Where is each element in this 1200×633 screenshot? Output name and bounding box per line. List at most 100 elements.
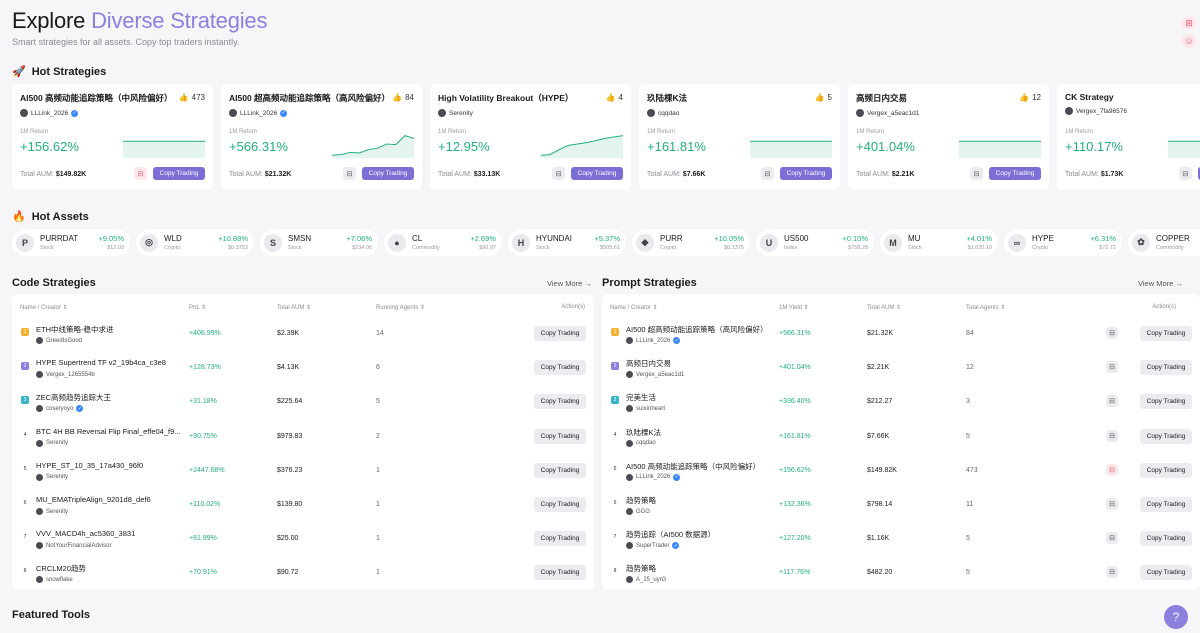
strategy-name[interactable]: 趋势策略 xyxy=(626,495,656,506)
asset-pill[interactable]: S SMSN Stock +7.06% $234.06 xyxy=(260,229,378,256)
table-row[interactable]: 5 HYPE_ST_10_35_17a430_96f0 Serenity +2447.… xyxy=(12,455,594,489)
strategy-name[interactable]: BTC 4H BB Reversal Flip Final_effe04_f9.… xyxy=(36,427,181,436)
bookmark-icon[interactable]: ⊟ xyxy=(1106,429,1118,442)
like-count[interactable]: 👍 473 xyxy=(179,93,205,102)
creator[interactable]: Vergex_1265554b xyxy=(36,371,95,379)
col-pnl[interactable]: PnL ⇕ xyxy=(189,304,206,311)
copy-trading-button[interactable]: Copy Trading xyxy=(534,428,586,444)
asset-pill[interactable]: ✿COPPERCommodity+2 xyxy=(1128,229,1200,256)
strategy-card[interactable]: CK Strategy👍Vergex_7fa965761M Return+110… xyxy=(1057,84,1200,190)
table-row[interactable]: 4 玖陆棵K法 cqqdao +161.81% $7.66K 5 ⊟ Copy Trading xyxy=(602,421,1200,455)
creator[interactable]: cqqdao xyxy=(647,109,832,117)
creator[interactable]: A_25_uyrG xyxy=(626,576,666,584)
creator[interactable]: Serenity xyxy=(36,473,68,481)
copy-trading-button[interactable]: Copy Trading xyxy=(534,497,586,512)
copy-trading-button[interactable]: Copy Trading xyxy=(1140,326,1192,341)
like-count[interactable]: 👍 4 xyxy=(606,93,623,102)
support-icon[interactable]: ☺ xyxy=(1182,34,1196,48)
copy-trading-button[interactable]: Copy Trading xyxy=(534,462,586,478)
creator[interactable]: cqqdao xyxy=(626,439,656,447)
creator[interactable]: LLLink_2026 ✓ xyxy=(626,337,681,344)
table-row[interactable]: 6 趋势策略 GGG +132.36% $798.14 11 ⊟ Copy Trading xyxy=(602,489,1200,523)
bookmark-icon[interactable]: ⊟ xyxy=(343,167,356,180)
asset-pill[interactable]: ◎ WLD Crypto +10.88% $0.3753 xyxy=(136,229,254,256)
strategy-name[interactable]: AI500 高频动能追踪策略（中风险偏好） xyxy=(626,461,760,472)
help-chat-icon[interactable]: ? xyxy=(1164,605,1188,629)
code-strategies-view-more[interactable]: View More → xyxy=(547,279,592,288)
strategy-name[interactable]: CRCLM20趋势 xyxy=(36,563,86,574)
table-row[interactable]: 5 AI500 高频动能追踪策略（中风险偏好） LLLink_2026 ✓ +156.6… xyxy=(602,455,1200,489)
strategy-name[interactable]: MU_EMATripleAlign_9201d8_def6 xyxy=(36,495,151,504)
table-row[interactable]: 8 CRCLM20趋势 snowflake +70.91% $90.72 1 Copy Tr… xyxy=(12,557,594,590)
table-row[interactable]: 7 VVV_MACD4h_ac5360_3831 NotYourFinancialA… xyxy=(12,523,594,557)
creator[interactable]: coseryoyo ✓ xyxy=(36,405,84,413)
col-agents[interactable]: Total Agents ⇕ xyxy=(966,304,1005,311)
bookmark-icon[interactable]: ⊟ xyxy=(1106,566,1118,579)
strategy-name[interactable]: HYPE Supertrend TF v2_19b4ca_c3e8 xyxy=(36,358,166,367)
table-row[interactable]: 1 AI500 超高频动能追踪策略（高风险偏好） LLLink_2026 ✓ +566.… xyxy=(602,318,1200,352)
copy-trading-button[interactable]: Copy Trading xyxy=(571,167,623,180)
table-row[interactable]: 2 HYPE Supertrend TF v2_19b4ca_c3e8 Vergex… xyxy=(12,352,594,386)
creator[interactable]: LLLink_2026 ✓ xyxy=(626,473,681,481)
strategy-card[interactable]: 高频日内交易 👍 12 Vergex_a5eac1d1 1M Return +401.04… xyxy=(848,84,1049,190)
creator[interactable]: Serenity xyxy=(438,109,623,117)
bookmark-icon[interactable]: ⊟ xyxy=(1106,532,1118,545)
asset-pill[interactable]: ◆ PURR Crypto +10.05% $0.1375 xyxy=(632,229,750,256)
creator[interactable]: Serenity xyxy=(36,439,68,447)
strategy-name[interactable]: VVV_MACD4h_ac5360_3831 xyxy=(36,529,135,538)
bookmark-icon[interactable]: ⊟ xyxy=(134,167,147,180)
bookmark-icon[interactable]: ⊟ xyxy=(1179,167,1192,180)
copy-trading-button[interactable]: Copy Trading xyxy=(1140,428,1192,444)
copy-trading-button[interactable]: Copy Trading xyxy=(362,167,414,180)
copy-trading-button[interactable]: Copy Trading xyxy=(534,394,586,410)
creator[interactable]: Vergex_7fa96576 xyxy=(1065,107,1200,115)
copy-trading-button[interactable]: Copy Trading xyxy=(1140,462,1192,478)
col-name[interactable]: Name / Creator ⇕ xyxy=(610,304,658,311)
like-count[interactable]: 👍 12 xyxy=(1019,93,1041,102)
creator[interactable]: snowflake xyxy=(36,576,73,584)
strategy-name[interactable]: ZEC高频趋势追踪大王 xyxy=(36,392,111,403)
asset-pill[interactable]: ● CL Commodity +2.69% $90.97 xyxy=(384,229,502,256)
copy-trading-button[interactable]: Copy Trading xyxy=(1140,394,1192,410)
strategy-name[interactable]: 玖陆棵K法 xyxy=(626,427,661,438)
creator[interactable]: LLLink_2026 ✓ xyxy=(229,109,414,117)
strategy-card[interactable]: AI500 超高频动能追踪策略（高风险偏好） 👍 84 LLLink_2026 ✓ 1M … xyxy=(221,84,422,190)
copy-trading-button[interactable]: Copy Trading xyxy=(1140,497,1192,512)
copy-trading-button[interactable]: Copy Trading xyxy=(989,167,1041,180)
bookmark-icon[interactable]: ⊟ xyxy=(1106,327,1118,339)
strategy-name[interactable]: AI500 超高频动能追踪策略（高风险偏好） xyxy=(626,324,768,335)
copy-trading-button[interactable]: Copy Trading xyxy=(534,565,586,581)
bookmark-icon[interactable]: ⊟ xyxy=(552,167,565,180)
creator[interactable]: suixinheart xyxy=(626,405,665,413)
col-name[interactable]: Name / Creator ⇕ xyxy=(20,304,68,311)
table-row[interactable]: 3 完美生活 suixinheart +336.40% $212.27 3 ⊟ Copy Tr… xyxy=(602,386,1200,420)
asset-pill[interactable]: H HYUNDAI Stock +5.37% $505.61 xyxy=(508,229,626,256)
creator[interactable]: GreedIsGood xyxy=(36,337,82,344)
like-count[interactable]: 👍 5 xyxy=(815,93,832,102)
asset-pill[interactable]: ∞ HYPE Crypto +6.31% $72.72 xyxy=(1004,229,1122,256)
bookmark-icon[interactable]: ⊟ xyxy=(1106,498,1118,510)
strategy-name[interactable]: 趋势策略 xyxy=(626,563,656,574)
asset-pill[interactable]: P PURRDAT Stock +9.05% $12.03 xyxy=(12,229,130,256)
col-yield[interactable]: 1M Yield ⇕ xyxy=(779,304,809,311)
strategy-name[interactable]: 趋势追踪（AI500 数据源） xyxy=(626,529,715,540)
creator[interactable]: SuperTrader ✓ xyxy=(626,542,680,550)
copy-trading-button[interactable]: Copy Trading xyxy=(534,326,586,341)
strategy-card[interactable]: AI500 高频动能追踪策略（中风险偏好） 👍 473 LLLink_2026 ✓ 1M … xyxy=(12,84,213,190)
copy-trading-button[interactable]: Copy Trading xyxy=(1140,565,1192,581)
strategy-name[interactable]: ETH中线策略-稳中求进 xyxy=(36,324,114,335)
creator[interactable]: Serenity xyxy=(36,508,68,515)
gift-icon[interactable]: ⊞ xyxy=(1182,16,1196,30)
strategy-name[interactable]: 完美生活 xyxy=(626,392,656,403)
col-agents[interactable]: Running Agents ⇕ xyxy=(376,304,425,311)
copy-trading-button[interactable]: Copy Trading xyxy=(534,531,586,547)
table-row[interactable]: 4 BTC 4H BB Reversal Flip Final_effe04_f9… xyxy=(12,421,594,455)
creator[interactable]: Vergex_a5eac1d1 xyxy=(856,109,1041,117)
copy-trading-button[interactable]: Copy Trading xyxy=(780,167,832,180)
col-aum[interactable]: Total AUM ⇕ xyxy=(277,304,311,311)
creator[interactable]: GGG xyxy=(626,508,650,515)
copy-trading-button[interactable]: Copy Trading xyxy=(1140,360,1192,376)
copy-trading-button[interactable]: Copy Trading xyxy=(534,360,586,376)
asset-pill[interactable]: M MU Stock +4.01% $1,020.10 xyxy=(880,229,998,256)
like-count[interactable]: 👍 84 xyxy=(392,93,414,102)
